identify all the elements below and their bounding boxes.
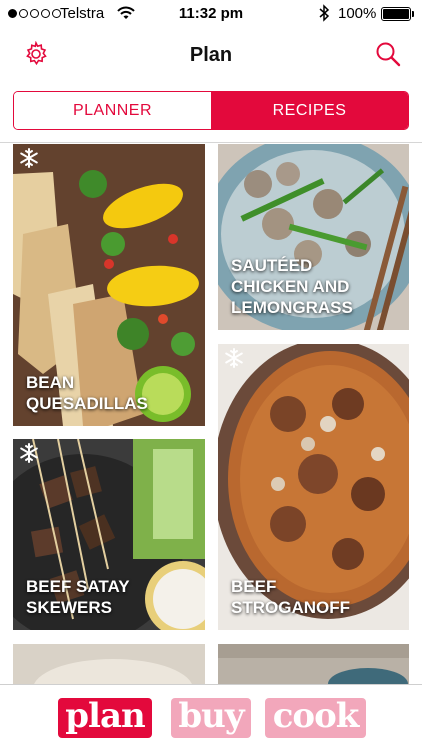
recipe-card-partial-right[interactable]	[218, 644, 409, 684]
bluetooth-icon	[319, 4, 330, 22]
recipe-title: BEAN QUESADILLAS	[26, 373, 148, 413]
snowflake-icon	[225, 348, 243, 368]
divider	[0, 142, 422, 143]
page-title: Plan	[189, 44, 233, 66]
tab-recipes[interactable]: RECIPES	[211, 92, 408, 129]
recipe-title: BEEF SATAY SKEWERS	[26, 577, 130, 617]
tab-cook[interactable]: cook	[265, 698, 366, 738]
battery-level-fill	[383, 9, 409, 19]
navigation-bar: Plan	[0, 28, 422, 84]
recipe-card-beef-stroganoff[interactable]: BEEF STROGANOFF	[218, 344, 409, 630]
recipe-card-beef-satay-skewers[interactable]: BEEF SATAY SKEWERS	[13, 439, 205, 630]
tab-buy[interactable]: buy	[171, 698, 251, 738]
recipe-title: BEEF STROGANOFF	[231, 577, 350, 617]
battery-icon	[381, 7, 411, 21]
recipe-card-sauteed-chicken[interactable]: SAUTÉED CHICKEN AND LEMONGRASS	[218, 144, 409, 330]
tab-planner[interactable]: PLANNER	[14, 92, 211, 129]
search-icon[interactable]	[375, 41, 401, 67]
planner-recipes-segment: PLANNER RECIPES	[13, 91, 409, 130]
recipe-image	[13, 644, 205, 684]
snowflake-icon	[20, 443, 38, 463]
snowflake-icon	[20, 148, 38, 168]
recipe-title: SAUTÉED CHICKEN AND LEMONGRASS	[231, 256, 353, 317]
recipe-card-bean-quesadillas[interactable]: BEAN QUESADILLAS	[13, 144, 205, 426]
status-bar: Telstra 11:32 pm 100%	[0, 0, 422, 28]
bottom-tab-bar: plan buy cook	[0, 684, 422, 750]
battery-percent: 100%	[338, 5, 377, 22]
recipe-card-partial-left[interactable]	[13, 644, 205, 684]
recipe-image	[218, 644, 409, 684]
tab-plan[interactable]: plan	[58, 698, 152, 738]
